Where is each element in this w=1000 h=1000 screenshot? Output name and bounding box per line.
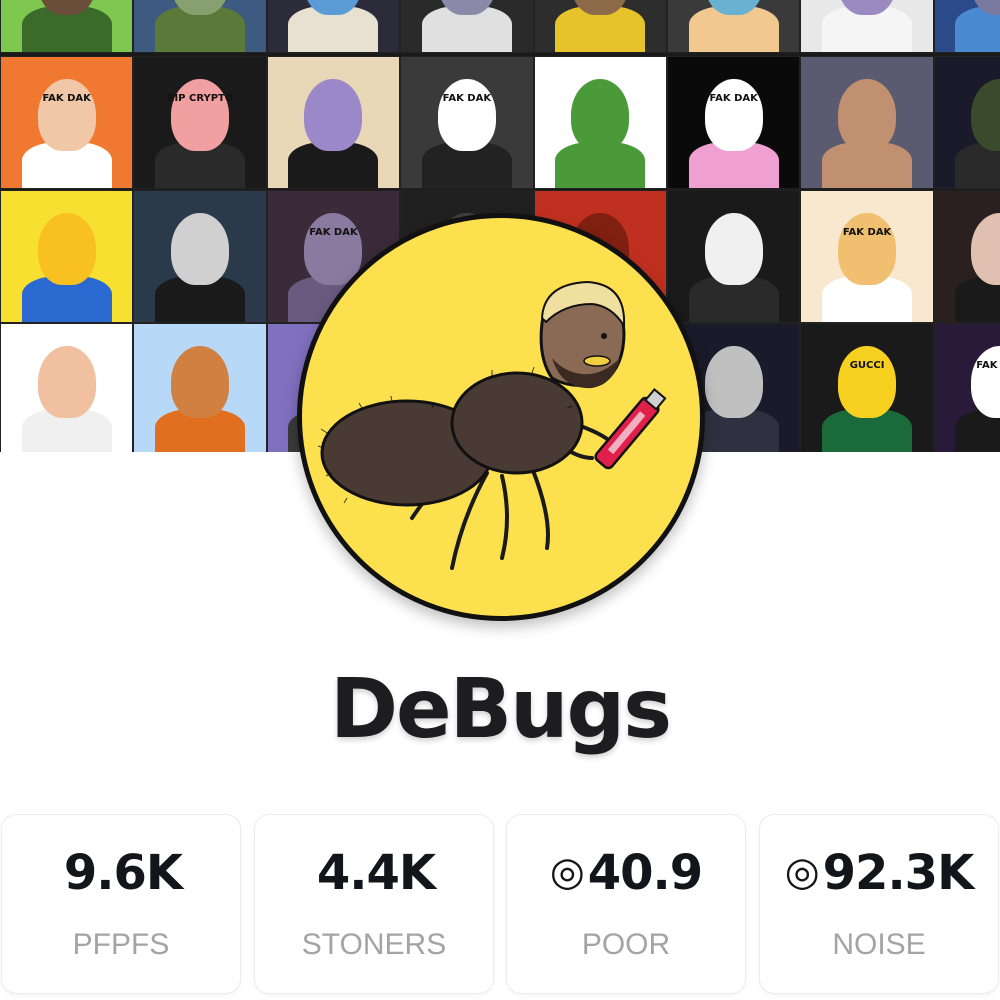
banner-nft-tile <box>133 323 267 452</box>
banner-nft-tile: RIP CRYPTO <box>133 56 267 189</box>
stat-label: POOR <box>581 928 671 961</box>
banner-nft-tile <box>667 190 801 323</box>
banner-nft-tile <box>133 0 267 53</box>
banner-nft-tile: FAK DAK <box>400 56 534 189</box>
stat-label: STONERS <box>301 928 447 961</box>
stat-label: PFPFS <box>72 928 170 961</box>
banner-nft-tile: FAK DAK <box>667 56 801 189</box>
stat-value-text: 4.4K <box>316 845 436 901</box>
tile-figure-head <box>37 79 96 151</box>
tile-label: FAK DAK <box>842 227 892 238</box>
tile-figure-head <box>37 213 96 285</box>
tile-label: FAK DAK <box>309 227 358 238</box>
banner-nft-tile <box>533 0 667 53</box>
banner-nft-tile <box>933 0 1000 53</box>
collection-title: DeBugs <box>329 662 672 757</box>
ant-illustration <box>317 280 667 570</box>
banner-nft-tile <box>266 56 401 189</box>
banner-nft-tile <box>266 0 401 53</box>
banner-nft-tile <box>800 56 934 189</box>
tile-label: GUCCI <box>849 360 885 371</box>
tile-figure-head <box>704 213 763 285</box>
tile-figure-head <box>704 79 763 151</box>
tile-label: FAK DAK <box>709 93 758 104</box>
stat-card-poor: ◎40.9 POOR <box>507 815 745 993</box>
tile-figure-head <box>171 346 230 418</box>
tile-figure-head <box>704 346 763 418</box>
sol-icon: ◎ <box>784 849 820 895</box>
sol-icon: ◎ <box>549 849 585 895</box>
banner-nft-tile: DEGOD CITY <box>800 0 934 53</box>
banner-nft-tile <box>0 190 134 323</box>
tile-figure-head <box>838 79 897 151</box>
tile-figure-head <box>171 79 230 151</box>
banner-nft-tile <box>0 0 134 53</box>
tile-figure-head <box>37 346 96 418</box>
tile-label: FAK DAK <box>42 93 91 104</box>
stat-card-stoners: 4.4K STONERS <box>255 815 493 993</box>
banner-nft-tile <box>533 56 667 189</box>
tile-figure-head <box>838 346 897 418</box>
stat-value: ◎40.9 <box>507 845 745 901</box>
tile-label: FAK DAK <box>442 93 492 104</box>
tile-label: FAK DAK <box>976 360 1000 371</box>
stat-value: 9.6K <box>2 845 240 901</box>
banner-nft-tile <box>933 56 1000 189</box>
tile-figure-head <box>971 346 1000 418</box>
tile-label: RIP CRYPTO <box>166 93 234 104</box>
tile-figure-head <box>437 79 496 151</box>
stat-label: NOISE <box>832 928 926 961</box>
banner-nft-tile <box>133 190 267 323</box>
banner-nft-tile <box>933 190 1000 323</box>
stat-value: 4.4K <box>255 845 493 901</box>
banner-nft-tile <box>0 323 134 452</box>
stat-value: ◎92.3K <box>760 845 998 901</box>
stat-value-text: 40.9 <box>587 845 703 901</box>
stat-value-text: 9.6K <box>63 845 183 901</box>
banner-nft-tile: FAK DAK <box>933 323 1000 452</box>
banner-nft-tile <box>400 0 534 53</box>
tile-figure-head <box>971 213 1000 285</box>
tile-figure-head <box>171 213 230 285</box>
tile-figure-head <box>304 79 363 151</box>
banner-nft-tile <box>667 0 801 53</box>
stat-value-text: 92.3K <box>822 845 975 901</box>
tile-figure-head <box>571 79 630 151</box>
collection-avatar[interactable] <box>297 213 705 621</box>
stat-card-pfpfs: 9.6K PFPFS <box>2 815 240 993</box>
banner-nft-tile: GUCCI <box>800 323 934 452</box>
tile-figure-head <box>838 213 897 285</box>
stat-card-noise: ◎92.3K NOISE <box>760 815 998 993</box>
tile-figure-head <box>971 79 1000 151</box>
banner-nft-tile: FAK DAK <box>0 56 134 189</box>
banner-nft-tile: FAK DAK <box>800 190 934 323</box>
